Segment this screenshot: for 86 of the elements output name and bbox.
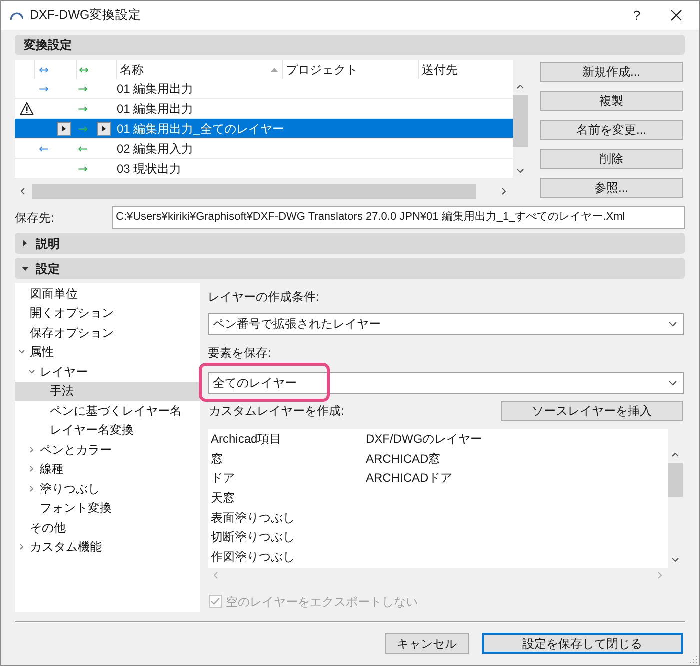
scroll-up-icon[interactable] [672, 453, 679, 457]
scrollbar-thumb[interactable] [513, 95, 528, 147]
tree-item[interactable]: レイヤー名変換 [15, 420, 200, 440]
scroll-up-icon[interactable] [517, 85, 524, 89]
tree-item[interactable]: 線種 [15, 460, 200, 479]
help-button[interactable]: ? [627, 4, 647, 26]
table-row[interactable]: → 01 編集用出力_全てのレイヤー [15, 119, 513, 139]
triangle-right-icon [62, 126, 66, 132]
popup-button[interactable] [97, 122, 111, 136]
chevron-down-icon[interactable] [29, 370, 35, 374]
field-label: 保存先: [15, 210, 56, 226]
scrollbar-thumb[interactable] [668, 463, 683, 497]
chevron-right-icon[interactable] [30, 446, 34, 453]
arrow-icon: ↔ [79, 64, 90, 76]
section-header: 変換設定 [15, 35, 685, 55]
field-label: カスタムレイヤーを作成: [209, 403, 344, 420]
table-cell-text: 03 現状出力 [117, 160, 183, 178]
arrow-icon: ← [39, 142, 50, 154]
chevron-down-icon [669, 380, 677, 386]
table-cell-text: ドア [210, 470, 236, 488]
resize-grip-icon[interactable] [689, 655, 698, 664]
arrow-icon: → [39, 82, 50, 94]
table-cell-text: 01 編集用出力_全てのレイヤー [117, 120, 283, 138]
tree-item[interactable]: 属性 [15, 342, 200, 362]
chevron-right-icon[interactable] [20, 544, 24, 550]
tree-item[interactable]: 手法 [15, 382, 200, 401]
path-field[interactable]: C:¥Users¥kiriki¥Graphisoft¥DXF-DWG Translators 27.0.0 JPN¥01 編集用出力_1_すべてのレイヤー.Xml [112, 206, 685, 229]
tree-item[interactable]: ペンとカラー [15, 440, 200, 460]
tree-item[interactable]: フォント変換 [15, 498, 200, 518]
action-button[interactable]: 参照... [540, 178, 683, 198]
insert-button[interactable]: ソースレイヤーを挿入 [501, 401, 683, 421]
action-button[interactable]: 名前を変更... [540, 120, 683, 140]
column-header[interactable]: 送付先 [419, 60, 513, 79]
dialog-button[interactable]: キャンセル [385, 633, 469, 654]
tree-item[interactable]: カスタム機能 [15, 538, 200, 557]
table-cell-text: ARCHICAD窓 [366, 450, 442, 468]
table-cell-text: 天窓 [210, 490, 236, 507]
scrollbar-thumb[interactable] [32, 184, 476, 199]
tree-item[interactable]: 塗りつぶし [15, 479, 200, 498]
arch-icon [10, 11, 24, 20]
tree-item[interactable]: 開くオプション [15, 304, 200, 323]
action-button[interactable]: 複製 [540, 91, 683, 111]
chevron-right-icon[interactable] [30, 466, 34, 472]
checkbox-label: 空のレイヤーをエクスポートしない [226, 594, 418, 610]
dropdown[interactable]: ペン番号で拡張されたレイヤー [208, 313, 684, 335]
arrow-icon: → [78, 102, 88, 114]
dropdown[interactable]: 全てのレイヤー [208, 372, 684, 394]
arrow-icon: → [78, 122, 88, 134]
table-cell-text: 窓 [210, 450, 224, 468]
action-button[interactable]: 新規作成... [540, 62, 683, 82]
triangle-right-icon [102, 126, 106, 132]
window-title: DXF-DWG変換設定 [30, 7, 142, 24]
table-cell-text: 01 編集用出力 [117, 100, 195, 118]
section-header[interactable]: 説明 [15, 233, 685, 254]
tree-item[interactable]: その他 [15, 518, 200, 538]
popup-button[interactable] [57, 122, 71, 136]
arrow-icon: → [78, 162, 88, 174]
table-cell-text: 01 編集用出力 [117, 80, 195, 98]
chevron-down-icon[interactable] [19, 350, 25, 354]
close-icon[interactable] [671, 10, 682, 21]
table-cell-text: 作図塗りつぶし [210, 548, 296, 566]
tree-item[interactable]: レイヤー [15, 362, 200, 382]
scroll-right-icon[interactable] [502, 188, 506, 195]
table-row[interactable]: → 01 編集用出力 [15, 99, 513, 119]
action-button[interactable]: 削除 [540, 149, 683, 169]
dialog-button[interactable]: 設定を保存して閉じる [482, 633, 683, 654]
arrow-icon: ↔ [39, 64, 50, 76]
field-label: 要素を保存: [208, 345, 272, 361]
column-header: Archicad項目 [210, 430, 283, 448]
scroll-down-icon[interactable] [517, 169, 524, 173]
tree-item[interactable]: ペンに基づくレイヤー名 [15, 401, 200, 420]
section-header[interactable]: 設定 [15, 258, 685, 279]
scroll-left-icon[interactable] [21, 188, 25, 195]
chevron-down-icon [669, 322, 677, 326]
table-cell-text: 02 編集用入力 [117, 140, 195, 158]
tree-item[interactable]: 図面単位 [15, 284, 200, 304]
table-cell-text: 切断塗りつぶし [210, 529, 296, 546]
table-cell-text: 表面塗りつぶし [210, 510, 296, 527]
scroll-down-icon[interactable] [672, 558, 679, 562]
column-header: DXF/DWGのレイヤー [366, 430, 484, 448]
chevron-right-icon[interactable] [30, 486, 34, 492]
field-label: レイヤーの作成条件: [208, 289, 320, 305]
table-cell-text: ARCHICADドア [366, 470, 454, 488]
arrow-icon: ← [78, 142, 88, 154]
arrow-icon: → [78, 82, 88, 94]
tree-item[interactable]: 保存オプション [15, 323, 200, 342]
